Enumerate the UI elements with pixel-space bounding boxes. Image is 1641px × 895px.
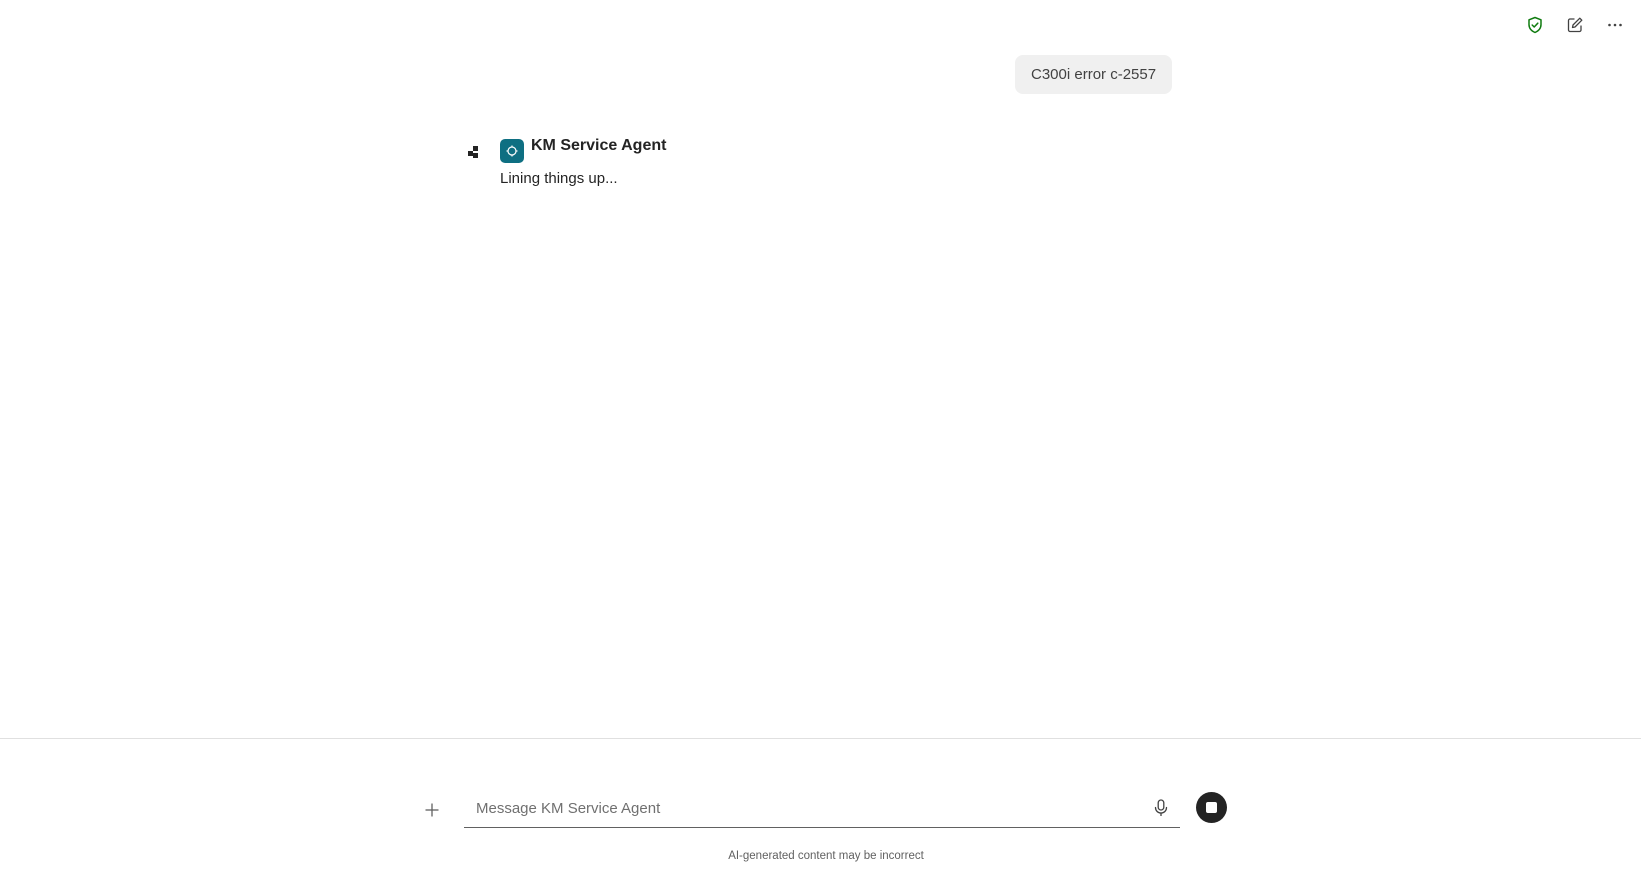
- agent-avatar: [500, 139, 524, 163]
- more-options-button[interactable]: [1599, 12, 1631, 38]
- microphone-button[interactable]: [1150, 797, 1172, 819]
- agent-status-text: Lining things up...: [500, 170, 618, 187]
- shield-check-icon: [1528, 16, 1542, 34]
- agent-bot-icon: [506, 145, 518, 157]
- microphone-icon: [1154, 799, 1168, 816]
- user-message-bubble: C300i error c-2557: [1015, 55, 1173, 94]
- stop-icon: [1206, 802, 1217, 813]
- stop-generating-button[interactable]: [1196, 792, 1227, 823]
- ai-disclaimer: AI-generated content may be incorrect: [728, 850, 924, 862]
- message-input[interactable]: [464, 792, 1118, 824]
- message-composer: [464, 789, 1180, 828]
- new-chat-button[interactable]: [1559, 12, 1591, 38]
- composer-divider: [0, 738, 1641, 739]
- top-toolbar: [1519, 12, 1631, 38]
- plus-icon: [425, 803, 439, 817]
- loading-icon: [468, 146, 478, 158]
- chat-page: C300i error c-2557 KM Service Agent Lini…: [0, 0, 1641, 895]
- compose-icon: [1567, 17, 1583, 33]
- security-shield-button[interactable]: [1519, 12, 1551, 38]
- more-icon: [1608, 23, 1622, 27]
- add-attachment-button[interactable]: [418, 796, 446, 824]
- agent-name: KM Service Agent: [531, 137, 667, 154]
